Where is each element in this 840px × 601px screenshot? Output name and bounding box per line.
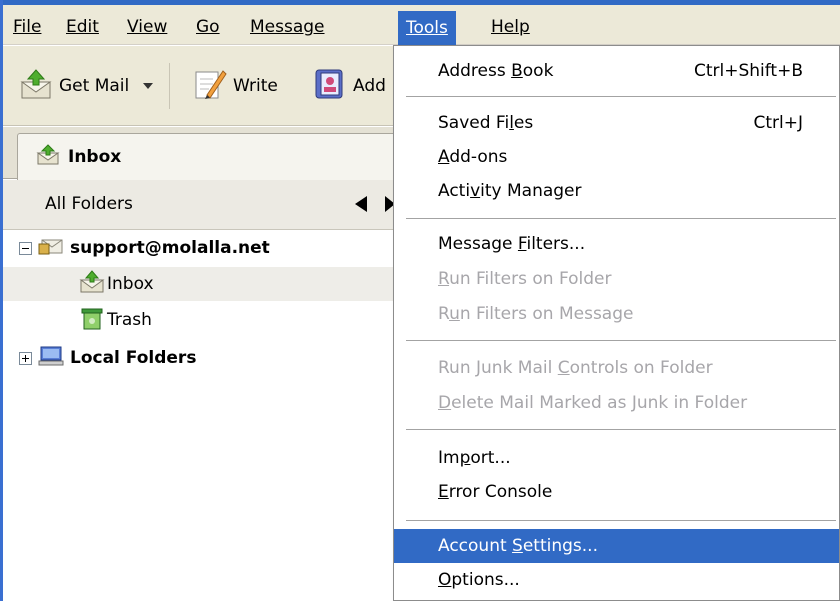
shortcut-address-book: Ctrl+Shift+B (693, 61, 803, 81)
menubar: File Edit View Go Message Tools Help (3, 5, 840, 45)
toolbar-separator (169, 63, 170, 109)
tab-inbox[interactable]: Inbox (17, 133, 417, 180)
menu-edit[interactable]: Edit (66, 13, 99, 41)
menu-view[interactable]: View (127, 13, 167, 41)
write-button[interactable]: Write (193, 66, 278, 106)
tree-row-local-folders[interactable]: Local Folders (3, 341, 403, 375)
menu-file[interactable]: File (13, 13, 41, 41)
tools-menu-dropdown: Address Book Ctrl+Shift+B Saved Files Ct… (393, 45, 840, 601)
menu-item-saved-files[interactable]: Saved Files Ctrl+J (394, 106, 839, 140)
mail-account-icon (38, 236, 64, 261)
tree-row-inbox[interactable]: Inbox (3, 267, 403, 301)
shortcut-saved-files: Ctrl+J (753, 113, 803, 133)
folder-pane-header: All Folders (3, 180, 403, 230)
expand-icon[interactable] (19, 351, 32, 365)
menu-separator (406, 340, 836, 342)
menu-item-options[interactable]: Options... (394, 563, 839, 597)
menu-item-message-filters[interactable]: Message Filters... (394, 227, 839, 261)
menu-go[interactable]: Go (196, 13, 220, 41)
previous-view-arrow-icon[interactable] (355, 196, 367, 212)
menu-item-run-filters-folder: Run Filters on Folder (438, 269, 612, 289)
menu-item-import[interactable]: Import... (394, 441, 839, 475)
menu-item-delete-junk: Delete Mail Marked as Junk in Folder (438, 393, 748, 413)
menu-help[interactable]: Help (491, 13, 530, 41)
collapse-icon[interactable] (19, 241, 32, 255)
menu-separator (406, 429, 836, 431)
menu-item-error-console[interactable]: Error Console (394, 475, 839, 509)
menu-tools[interactable]: Tools (398, 11, 456, 45)
menu-item-account-settings[interactable]: Account Settings... (394, 529, 839, 563)
menu-separator (406, 218, 836, 220)
get-mail-icon (19, 68, 53, 105)
tree-row-trash[interactable]: Trash (3, 303, 403, 337)
menu-item-activity-manager[interactable]: Activity Manager (394, 174, 839, 208)
trash-icon (79, 305, 105, 336)
menu-item-run-junk-controls: Run Junk Mail Controls on Folder (438, 358, 713, 378)
menu-message[interactable]: Message (250, 13, 325, 41)
folder-view-label[interactable]: All Folders (45, 194, 133, 214)
menu-item-addons[interactable]: Add-ons (394, 140, 839, 174)
menu-item-run-filters-message: Run Filters on Message (438, 304, 634, 324)
menu-separator (406, 520, 836, 522)
dropdown-arrow-icon (143, 83, 153, 89)
menu-item-address-book[interactable]: Address Book Ctrl+Shift+B (394, 54, 839, 88)
computer-icon (38, 345, 64, 372)
address-book-icon (313, 67, 347, 106)
inbox-icon (36, 143, 60, 171)
get-mail-dropdown[interactable] (143, 66, 153, 106)
tree-row-account[interactable]: support@molalla.net (3, 231, 403, 265)
write-icon (193, 67, 227, 106)
get-mail-button[interactable]: Get Mail (19, 66, 129, 106)
address-book-button[interactable]: Add (313, 66, 386, 106)
menu-separator (406, 96, 836, 98)
inbox-folder-icon (79, 269, 105, 299)
